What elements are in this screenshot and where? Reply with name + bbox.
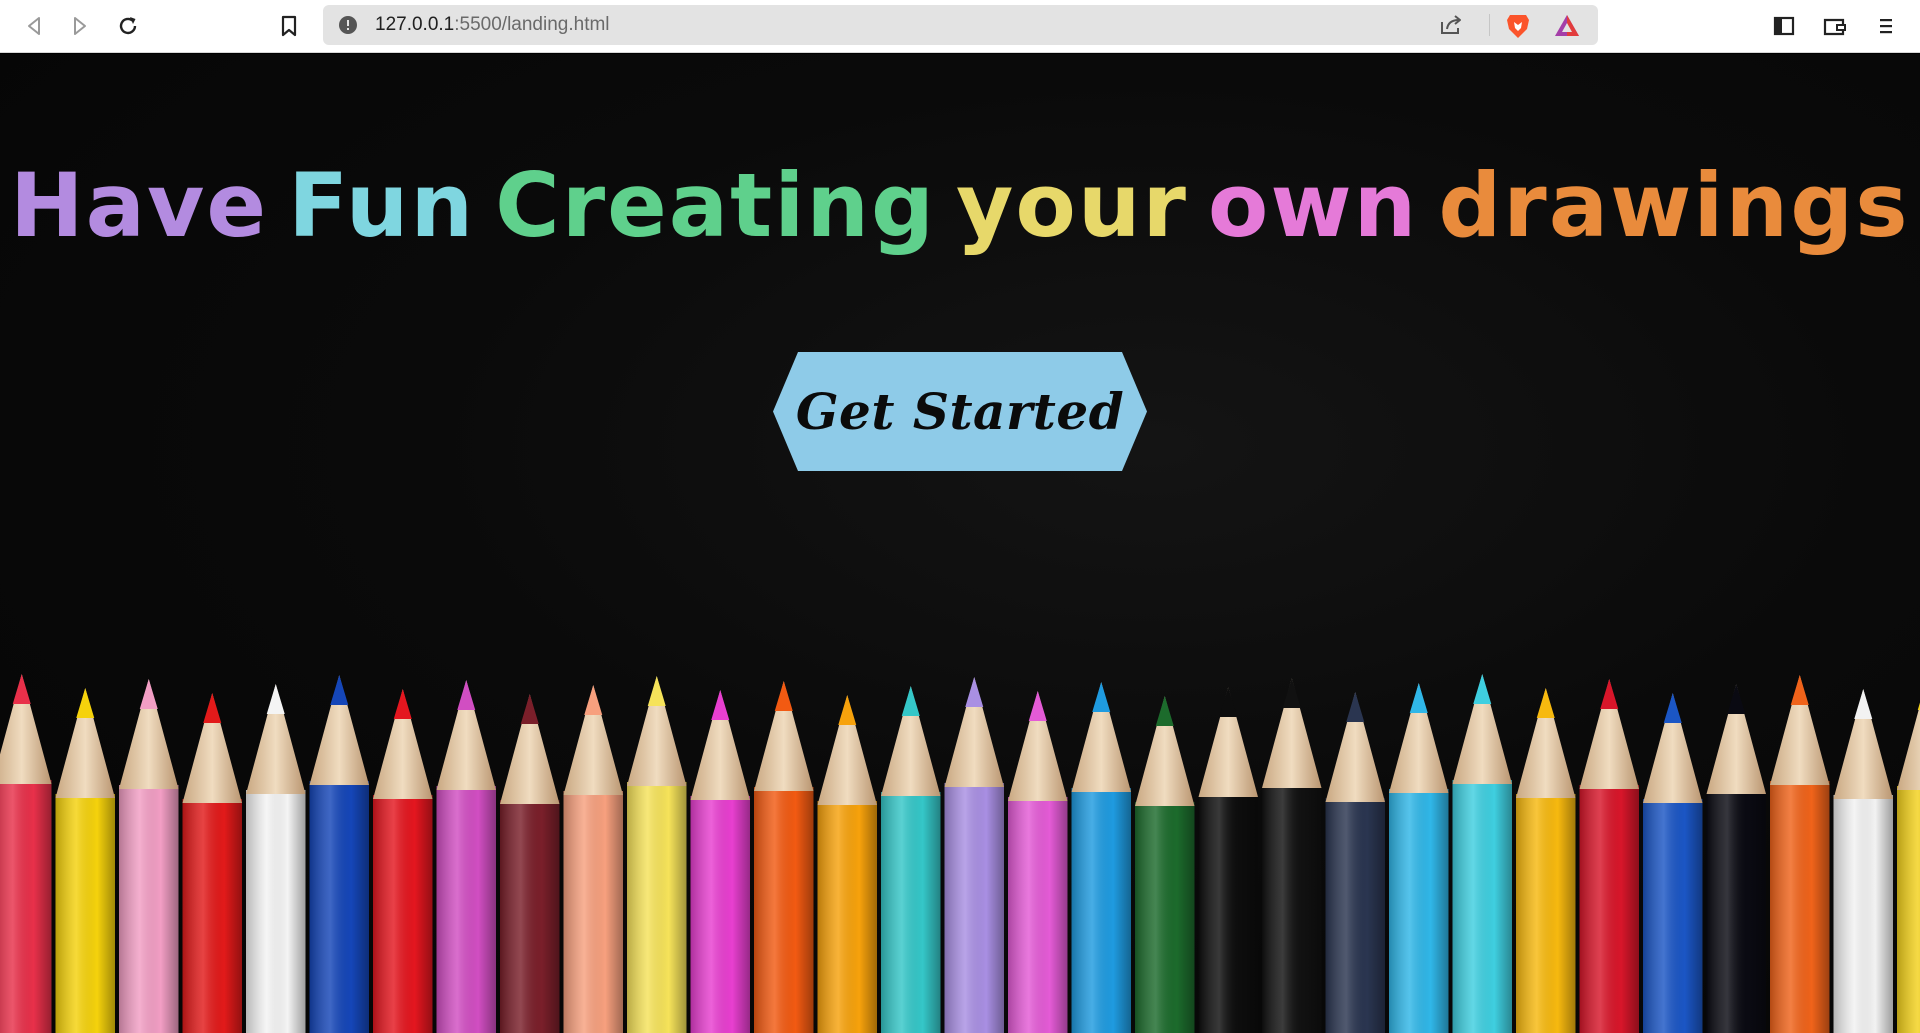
- pencil-tip: [266, 684, 285, 714]
- pencil-tip: [584, 685, 603, 715]
- pencil-shading: [246, 790, 306, 1033]
- pencil-shading: [0, 780, 52, 1033]
- pencil-shading: [817, 801, 877, 1033]
- headline: Have Fun Creating your own drawings!: [0, 154, 1920, 257]
- bookmark-icon: [280, 15, 298, 37]
- menu-button[interactable]: [1870, 10, 1902, 42]
- pencil-tip: [520, 694, 539, 724]
- pencil-tip: [1854, 689, 1873, 719]
- pencil-shading: [627, 782, 687, 1033]
- omnibox-divider: [1489, 14, 1490, 36]
- address-bar[interactable]: 127.0.0.1:5500/landing.html: [323, 5, 1598, 45]
- share-icon[interactable]: [1439, 14, 1463, 36]
- pencil-shading: [1452, 780, 1512, 1033]
- back-button[interactable]: [18, 10, 50, 42]
- brave-lion-icon[interactable]: [1506, 13, 1530, 39]
- pencil-shading: [436, 786, 496, 1033]
- pencil-shading: [373, 795, 433, 1033]
- pencil-shading: [55, 794, 115, 1033]
- brave-rewards-triangle-icon[interactable]: [1554, 14, 1580, 37]
- back-arrow-icon: [25, 16, 43, 36]
- pencil-tip: [1536, 688, 1555, 718]
- pencil-shading: [690, 796, 750, 1033]
- pencil-shading: [1071, 788, 1131, 1033]
- headline-word: Have: [10, 154, 269, 257]
- url-text[interactable]: 127.0.0.1:5500/landing.html: [375, 5, 1425, 45]
- headline-word: Creating: [495, 154, 937, 257]
- url-host: 127.0.0.1: [375, 14, 455, 35]
- pencil-tip: [901, 686, 920, 716]
- headline-word: Fun: [288, 154, 476, 257]
- reload-button[interactable]: [112, 10, 144, 42]
- landing-page: Have Fun Creating your own drawings! Get Star…: [0, 54, 1920, 1033]
- pencil-wood: [1897, 704, 1920, 790]
- bookmark-button[interactable]: [273, 10, 305, 42]
- pencil-tip: [965, 677, 984, 707]
- browser-toolbar: 127.0.0.1:5500/landing.html: [0, 0, 1920, 53]
- pencil-tip: [1028, 691, 1047, 721]
- pencil-tip: [1409, 683, 1428, 713]
- info-icon[interactable]: [339, 16, 357, 34]
- pencil-shading: [119, 785, 179, 1033]
- pencil-tip: [774, 681, 793, 711]
- colored-pencils-photo: [0, 674, 1920, 1033]
- pencil-shading: [563, 791, 623, 1033]
- pencil-shading: [881, 792, 941, 1033]
- headline-word: your: [956, 154, 1188, 257]
- pencil-tip: [1473, 674, 1492, 704]
- pencil-shading: [754, 787, 814, 1033]
- sidebar-button[interactable]: [1768, 10, 1800, 42]
- pencil-tip: [1155, 696, 1174, 726]
- pencil-tip: [1346, 692, 1365, 722]
- pencil-shading: [1897, 786, 1920, 1033]
- menu-icon: [1878, 16, 1894, 36]
- pencil-shading: [1833, 795, 1893, 1033]
- wallet-icon: [1823, 16, 1847, 36]
- pencil-tip: [330, 675, 349, 705]
- pencil-tip: [1790, 675, 1809, 705]
- pencil-shading: [1516, 794, 1576, 1033]
- pencil-tip: [12, 674, 31, 704]
- pencil-shading: [309, 781, 369, 1033]
- pencil-tip: [139, 679, 158, 709]
- pencil-tip: [838, 695, 857, 725]
- wallet-button[interactable]: [1819, 10, 1851, 42]
- pencil-tip: [1282, 678, 1301, 708]
- pencil-tip: [393, 689, 412, 719]
- pencil-shading: [1706, 790, 1766, 1033]
- pencil-shading: [1770, 781, 1830, 1033]
- pencil-tip: [76, 688, 95, 718]
- reload-icon: [117, 15, 139, 37]
- pencil-shading: [1325, 798, 1385, 1033]
- pencil-shading: [1135, 802, 1195, 1033]
- headline-word: drawings!: [1438, 154, 1920, 257]
- pencil-shading: [1389, 789, 1449, 1033]
- sidebar-icon: [1773, 16, 1795, 36]
- pencil-shading: [1008, 797, 1068, 1033]
- pencil-shading: [182, 799, 242, 1033]
- get-started-button[interactable]: Get Started: [773, 352, 1147, 471]
- pencil-shading: [1198, 793, 1258, 1033]
- url-path: :5500/landing.html: [454, 14, 610, 35]
- pencil-shading: [1262, 784, 1322, 1033]
- pencil-tip: [1600, 679, 1619, 709]
- pencil-shading: [1579, 785, 1639, 1033]
- headline-word: own: [1207, 154, 1419, 257]
- pencil-tip: [1092, 682, 1111, 712]
- pencil-tip: [457, 680, 476, 710]
- pencil-tip: [203, 693, 222, 723]
- pencil-tip: [647, 676, 666, 706]
- pencil-tip: [1727, 684, 1746, 714]
- pencil-tip: [711, 690, 730, 720]
- forward-button[interactable]: [64, 10, 96, 42]
- pencil-shading: [500, 800, 560, 1033]
- pencil-tip: [1219, 687, 1238, 717]
- forward-arrow-icon: [71, 16, 89, 36]
- pencil-shading: [1643, 799, 1703, 1033]
- pencil-tip: [1663, 693, 1682, 723]
- pencil-shading: [944, 783, 1004, 1033]
